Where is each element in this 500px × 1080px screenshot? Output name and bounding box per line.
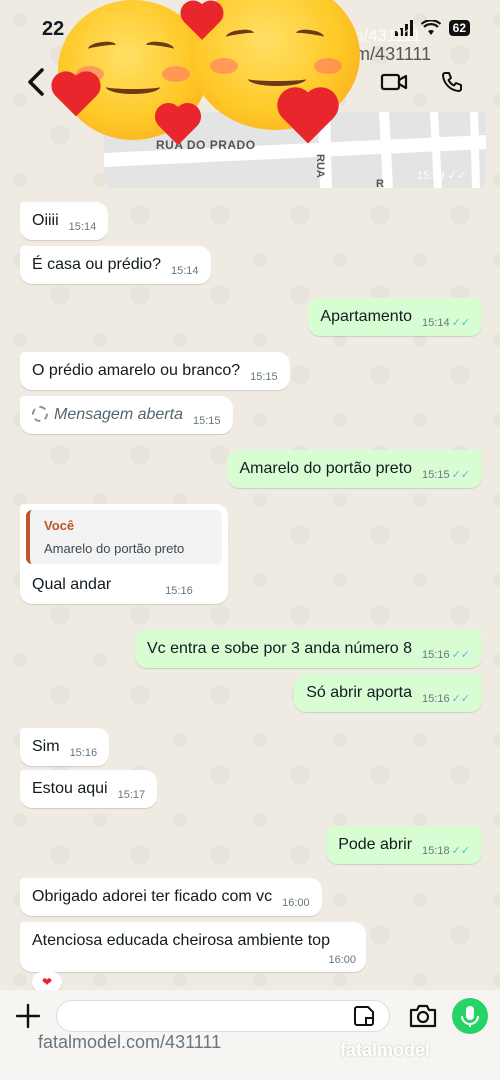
microphone-button[interactable] <box>452 998 488 1034</box>
message-text: Apartamento <box>320 308 413 325</box>
heart-reaction-icon[interactable]: ❤ <box>32 972 62 992</box>
message-time: 15:14 <box>170 265 199 277</box>
camera-icon[interactable] <box>408 1002 438 1030</box>
message-text: Estou aqui <box>32 780 108 797</box>
message-text: É casa ou prédio? <box>32 256 161 273</box>
message-outgoing[interactable]: Só abrir aporta 15:16 ✓✓ <box>294 674 482 712</box>
message-text: Qual andar <box>32 576 112 593</box>
message-incoming[interactable]: Atenciosa educada cheirosa ambiente top … <box>20 922 366 972</box>
message-text: Pode abrir <box>338 836 413 853</box>
message-time: 16:00 <box>282 897 310 909</box>
watermark-bottom: fatalmodel.com/431111 <box>38 1032 222 1052</box>
quoted-message[interactable]: Você Amarelo do portão preto <box>26 510 222 564</box>
read-ticks-icon: ✓✓ <box>451 469 470 481</box>
message-incoming[interactable]: Estou aqui 15:17 <box>20 770 158 808</box>
wifi-icon <box>420 20 441 35</box>
phone-icon[interactable] <box>438 70 466 94</box>
message-outgoing[interactable]: Amarelo do portão preto 15:15 ✓✓ <box>227 450 482 488</box>
message-outgoing[interactable]: Pode abrir 15:18 ✓✓ <box>326 826 482 864</box>
message-time: 15:16 <box>69 747 98 759</box>
message-time: 15:16 <box>422 693 450 705</box>
message-text: O prédio amarelo ou branco? <box>32 362 241 379</box>
message-incoming-reply[interactable]: Você Amarelo do portão preto Qual andar 1… <box>20 504 228 604</box>
message-time: 15:15 <box>422 469 450 481</box>
message-outgoing[interactable]: Apartamento 15:14 ✓✓ <box>308 298 482 336</box>
map-street-label-vertical: RUA <box>314 154 326 178</box>
quoted-text: Amarelo do portão preto <box>44 541 185 556</box>
message-text: Sim <box>32 738 60 755</box>
message-text: Atenciosa educada cheirosa ambiente top <box>32 932 330 949</box>
message-view-once-opened[interactable]: Mensagem aberta 15:15 <box>20 396 233 434</box>
message-time: 16:00 <box>328 954 356 966</box>
message-time: 15:16 <box>422 649 450 661</box>
message-outgoing[interactable]: Vc entra e sobe por 3 anda número 8 15:16… <box>134 630 482 668</box>
battery-icon: 62 <box>448 20 470 36</box>
location-map-bubble[interactable]: RUA DO PRADO RUA R 15:09 ✓✓ <box>104 112 486 188</box>
chevron-left-icon[interactable] <box>22 64 54 100</box>
watermark-top: fatalmodel.com/431111 <box>248 44 432 64</box>
read-ticks-icon: ✓✓ <box>451 649 470 661</box>
read-ticks-icon: ✓✓ <box>451 845 470 857</box>
message-input[interactable] <box>56 1000 390 1032</box>
message-text: Só abrir aporta <box>306 684 413 701</box>
message-text: Oiiii <box>32 212 59 229</box>
plus-icon[interactable] <box>14 1002 42 1030</box>
reply-body: Qual andar 15:16 <box>26 576 222 597</box>
fatalmodel-logo: fatalmodel <box>340 1040 431 1060</box>
message-incoming[interactable]: É casa ou prédio? 15:14 <box>20 246 211 284</box>
message-incoming[interactable]: Obrigado adorei ter ficado com vc 16:00 <box>20 878 322 916</box>
read-ticks-icon: ✓✓ <box>451 317 470 329</box>
sticker-icon[interactable] <box>352 1004 376 1028</box>
message-time: 15:18 <box>422 845 450 857</box>
read-ticks-icon: ✓✓ <box>447 170 466 182</box>
message-incoming[interactable]: Sim 15:16 <box>20 728 110 766</box>
message-time: 15:14 <box>68 221 97 233</box>
status-time: 22 <box>42 18 65 40</box>
read-ticks-icon: ✓✓ <box>451 693 470 705</box>
message-incoming[interactable]: Oiiii 15:14 <box>20 202 109 240</box>
message-text: Obrigado adorei ter ficado com vc <box>32 888 273 905</box>
message-time: 15:15 <box>192 415 221 427</box>
quoted-author: Você <box>44 518 75 533</box>
message-text: Vc entra e sobe por 3 anda número 8 <box>146 640 413 657</box>
message-text: Mensagem aberta <box>54 406 183 423</box>
video-call-icon[interactable] <box>380 70 408 94</box>
watermark-top-overlay: fatalmodel.com/431111 <box>248 26 421 45</box>
message-time: 15:15 <box>250 371 278 383</box>
message-time: 15:14 <box>422 317 450 329</box>
map-time-text: 15:09 <box>416 170 445 182</box>
map-time: 15:09 ✓✓ <box>417 169 466 182</box>
message-text: Amarelo do portão preto <box>239 460 413 477</box>
message-incoming[interactable]: O prédio amarelo ou branco? 15:15 <box>20 352 290 390</box>
map-street-label-edge: R <box>376 178 384 188</box>
message-time: 15:17 <box>117 789 146 801</box>
message-time: 15:16 <box>165 585 193 597</box>
map-street-label: RUA DO PRADO <box>156 138 256 152</box>
microphone-icon <box>461 1006 479 1027</box>
call-actions <box>380 70 466 94</box>
view-once-icon <box>32 406 48 422</box>
